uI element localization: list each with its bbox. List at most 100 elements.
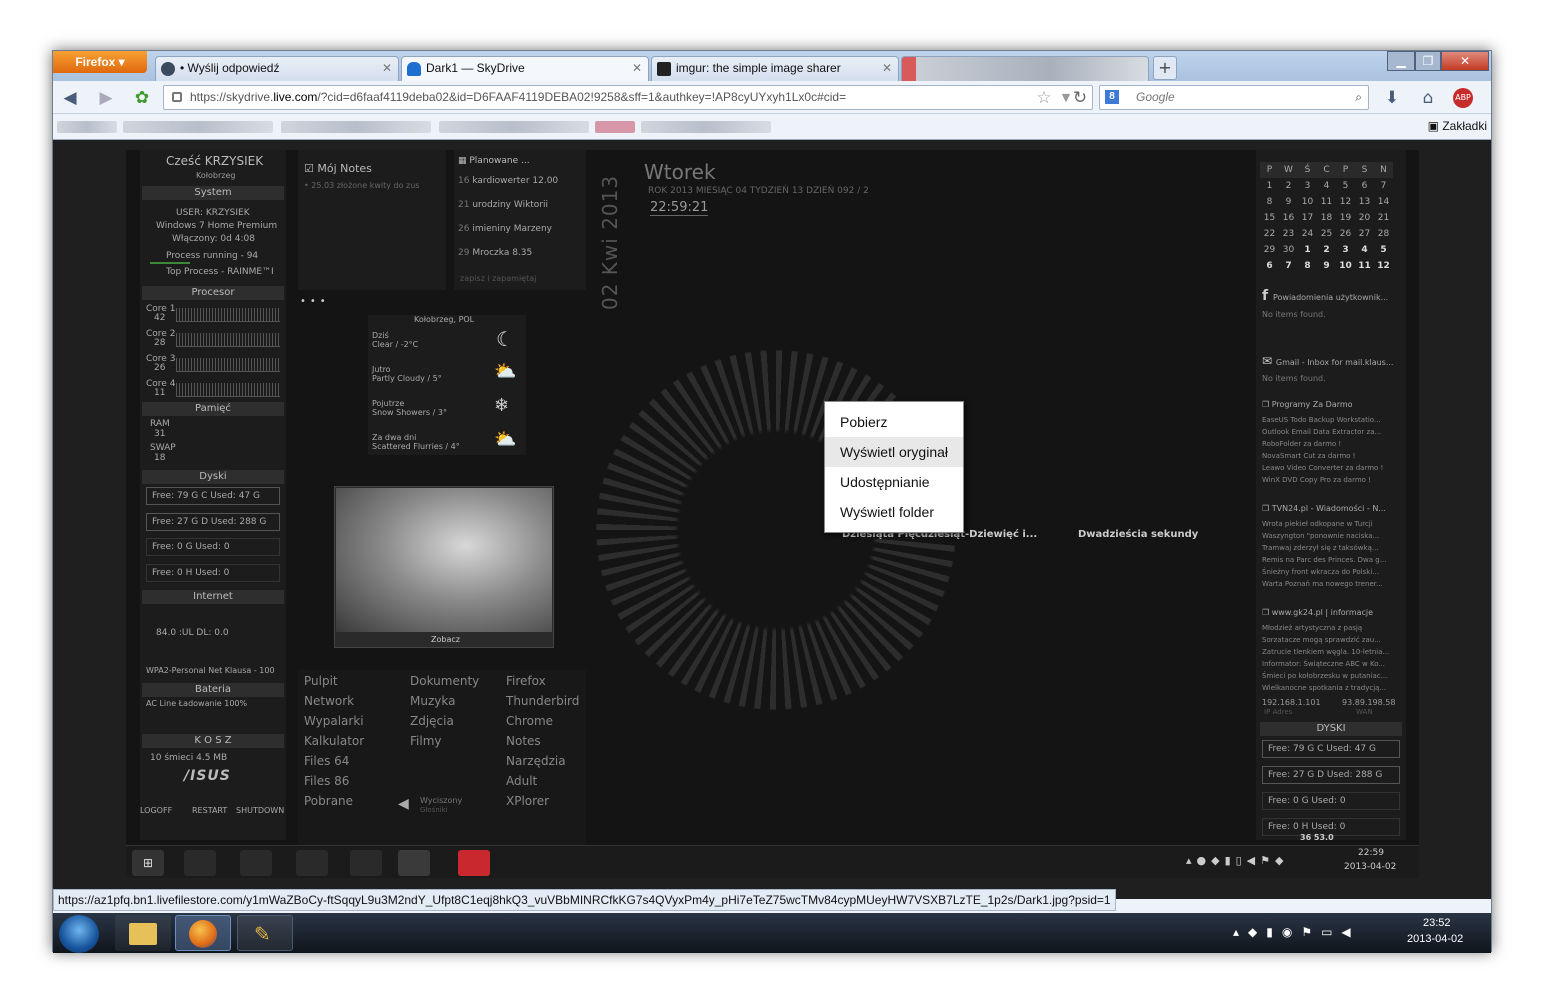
- calendar-day[interactable]: 3: [1336, 242, 1355, 258]
- launcher-link[interactable]: Zdjęcia: [410, 714, 454, 728]
- menu-item-view-original[interactable]: Wyświetl oryginał: [825, 437, 963, 467]
- feed-item[interactable]: Remis na Parc des Princes. Dwa g...: [1262, 556, 1386, 564]
- calendar-day[interactable]: 13: [1355, 194, 1374, 210]
- feed-item[interactable]: Śmieci po kołobrzesku w putaniac...: [1262, 672, 1387, 680]
- inner-app-icon[interactable]: [240, 850, 272, 876]
- calendar-day[interactable]: 26: [1336, 226, 1355, 242]
- calendar-day[interactable]: 20: [1355, 210, 1374, 226]
- close-tab-icon[interactable]: ✕: [632, 57, 642, 80]
- inner-app-icon[interactable]: [296, 850, 328, 876]
- save-note-link[interactable]: zapisz i zapamiętaj: [460, 274, 536, 283]
- feed-item[interactable]: Tramwaj zderzył się z taksówką...: [1262, 544, 1379, 552]
- calendar-day[interactable]: 5: [1336, 178, 1355, 194]
- calendar-day[interactable]: 11: [1317, 194, 1336, 210]
- launcher-link[interactable]: Firefox: [506, 674, 546, 688]
- calendar-day[interactable]: 19: [1336, 210, 1355, 226]
- calendar-day[interactable]: 3: [1298, 178, 1317, 194]
- restart-button[interactable]: RESTART: [192, 806, 227, 815]
- launcher-link[interactable]: Kalkulator: [304, 734, 364, 748]
- calendar-day[interactable]: 17: [1298, 210, 1317, 226]
- launcher-link[interactable]: Wypalarki: [304, 714, 364, 728]
- calendar-day[interactable]: 24: [1298, 226, 1317, 242]
- minimize-button[interactable]: ▁: [1387, 51, 1415, 71]
- calendar-day[interactable]: 7: [1374, 178, 1393, 194]
- launcher-link[interactable]: Files 86: [304, 774, 349, 788]
- calendar-day[interactable]: 6: [1355, 178, 1374, 194]
- feed-item[interactable]: Wrota piekieł odkopane w Turcji: [1262, 520, 1373, 528]
- calendar-day[interactable]: 12: [1374, 258, 1393, 274]
- adblock-icon[interactable]: ABP: [1453, 88, 1473, 108]
- feed-item[interactable]: Zatrucie tlenkiem węgla. 10-letnia...: [1262, 648, 1389, 656]
- feed-item[interactable]: NovaSmart Cut za darmo !: [1262, 452, 1355, 460]
- forward-arrow-icon[interactable]: ▶: [95, 87, 117, 109]
- url-bar[interactable]: https://skydrive.live.com/?cid=d6faaf411…: [163, 85, 1093, 110]
- feed-item[interactable]: Śnieżny front wkracza do Polski...: [1262, 568, 1379, 576]
- close-tab-icon[interactable]: ✕: [882, 57, 892, 80]
- photo-widget[interactable]: Zobacz: [334, 486, 554, 648]
- site-identity-icon[interactable]: ✿: [131, 87, 153, 109]
- blurred-bookmark[interactable]: [439, 121, 589, 133]
- windows-start-button[interactable]: [59, 915, 99, 953]
- desktop-screenshot-image[interactable]: Cześć KRZYSIEK Kołobrzeg System USER: KR…: [126, 150, 1419, 878]
- firefox-taskbar-icon[interactable]: [175, 915, 231, 951]
- calendar-day[interactable]: 6: [1260, 258, 1279, 274]
- new-tab-button[interactable]: +: [1153, 56, 1177, 80]
- inner-app-icon[interactable]: [184, 850, 216, 876]
- feed-item[interactable]: Leawo Video Converter za darmo !: [1262, 464, 1383, 472]
- calendar-day[interactable]: 30: [1279, 242, 1298, 258]
- calendar-day[interactable]: 27: [1355, 226, 1374, 242]
- explorer-taskbar-icon[interactable]: [115, 915, 171, 951]
- calendar-day[interactable]: 10: [1298, 194, 1317, 210]
- blurred-bookmark[interactable]: [57, 121, 117, 133]
- reload-icon[interactable]: ↻: [1069, 87, 1091, 109]
- calendar-day[interactable]: 22: [1260, 226, 1279, 242]
- launcher-link[interactable]: Chrome: [506, 714, 553, 728]
- calendar-day[interactable]: 11: [1355, 258, 1374, 274]
- calendar-day[interactable]: 14: [1374, 194, 1393, 210]
- calendar-day[interactable]: 9: [1317, 258, 1336, 274]
- close-window-button[interactable]: ✕: [1441, 51, 1489, 71]
- bookmark-star-icon[interactable]: ☆: [1033, 87, 1055, 109]
- feed-item[interactable]: Outlook Email Data Extractor za...: [1262, 428, 1381, 436]
- launcher-link[interactable]: Thunderbird: [506, 694, 579, 708]
- tab-skydrive[interactable]: Dark1 — SkyDrive ✕: [401, 56, 649, 81]
- inner-app-icon[interactable]: [458, 850, 490, 876]
- blurred-bookmark[interactable]: [641, 121, 771, 133]
- tab-reply[interactable]: • Wyślij odpowiedź ✕: [155, 56, 399, 81]
- calendar-day[interactable]: 25: [1317, 226, 1336, 242]
- close-tab-icon[interactable]: ✕: [382, 57, 392, 80]
- calendar-day[interactable]: 4: [1355, 242, 1374, 258]
- calendar-day[interactable]: 18: [1317, 210, 1336, 226]
- feed-item[interactable]: Informator: Świąteczne ABC w Ko...: [1262, 660, 1385, 668]
- firefox-menu-button[interactable]: Firefox ▾: [53, 51, 147, 73]
- calendar-day[interactable]: 23: [1279, 226, 1298, 242]
- launcher-link[interactable]: XPlorer: [506, 794, 549, 808]
- launcher-link[interactable]: Adult: [506, 774, 537, 788]
- feed-item[interactable]: Młodzież artystyczna z pasją: [1262, 624, 1362, 632]
- tool-taskbar-icon[interactable]: ✎: [237, 915, 293, 951]
- launcher-link[interactable]: Network: [304, 694, 354, 708]
- calendar-day[interactable]: 9: [1279, 194, 1298, 210]
- blurred-bookmark[interactable]: [595, 121, 635, 133]
- blurred-bookmark[interactable]: [281, 121, 431, 133]
- calendar-day[interactable]: 29: [1260, 242, 1279, 258]
- home-icon[interactable]: ⌂: [1417, 87, 1439, 109]
- calendar-day[interactable]: 8: [1260, 194, 1279, 210]
- inner-tray-icons[interactable]: ▴●◆▮▯◀⚑◆: [1186, 854, 1288, 867]
- tab-blurred[interactable]: [901, 56, 1149, 81]
- calendar-day[interactable]: 4: [1317, 178, 1336, 194]
- calendar-day[interactable]: 21: [1374, 210, 1393, 226]
- speaker-muted-icon[interactable]: ◀: [398, 796, 409, 812]
- launcher-link[interactable]: Pulpit: [304, 674, 338, 688]
- feed-item[interactable]: WinX DVD Copy Pro za darmo !: [1262, 476, 1371, 484]
- calendar-day[interactable]: 2: [1317, 242, 1336, 258]
- launcher-link[interactable]: Files 64: [304, 754, 349, 768]
- calendar-day[interactable]: 28: [1374, 226, 1393, 242]
- maximize-button[interactable]: ❐: [1415, 51, 1441, 71]
- inner-start-icon[interactable]: ⊞: [132, 850, 164, 876]
- calendar-day[interactable]: 7: [1279, 258, 1298, 274]
- menu-item-view-folder[interactable]: Wyświetl folder: [825, 497, 963, 527]
- tray-icons[interactable]: ▴◆▮◉⚑▭◀: [1233, 925, 1360, 939]
- feed-item[interactable]: Sorzatacze mogą sprawdzić zau...: [1262, 636, 1381, 644]
- downloads-icon[interactable]: ⬇: [1381, 87, 1403, 109]
